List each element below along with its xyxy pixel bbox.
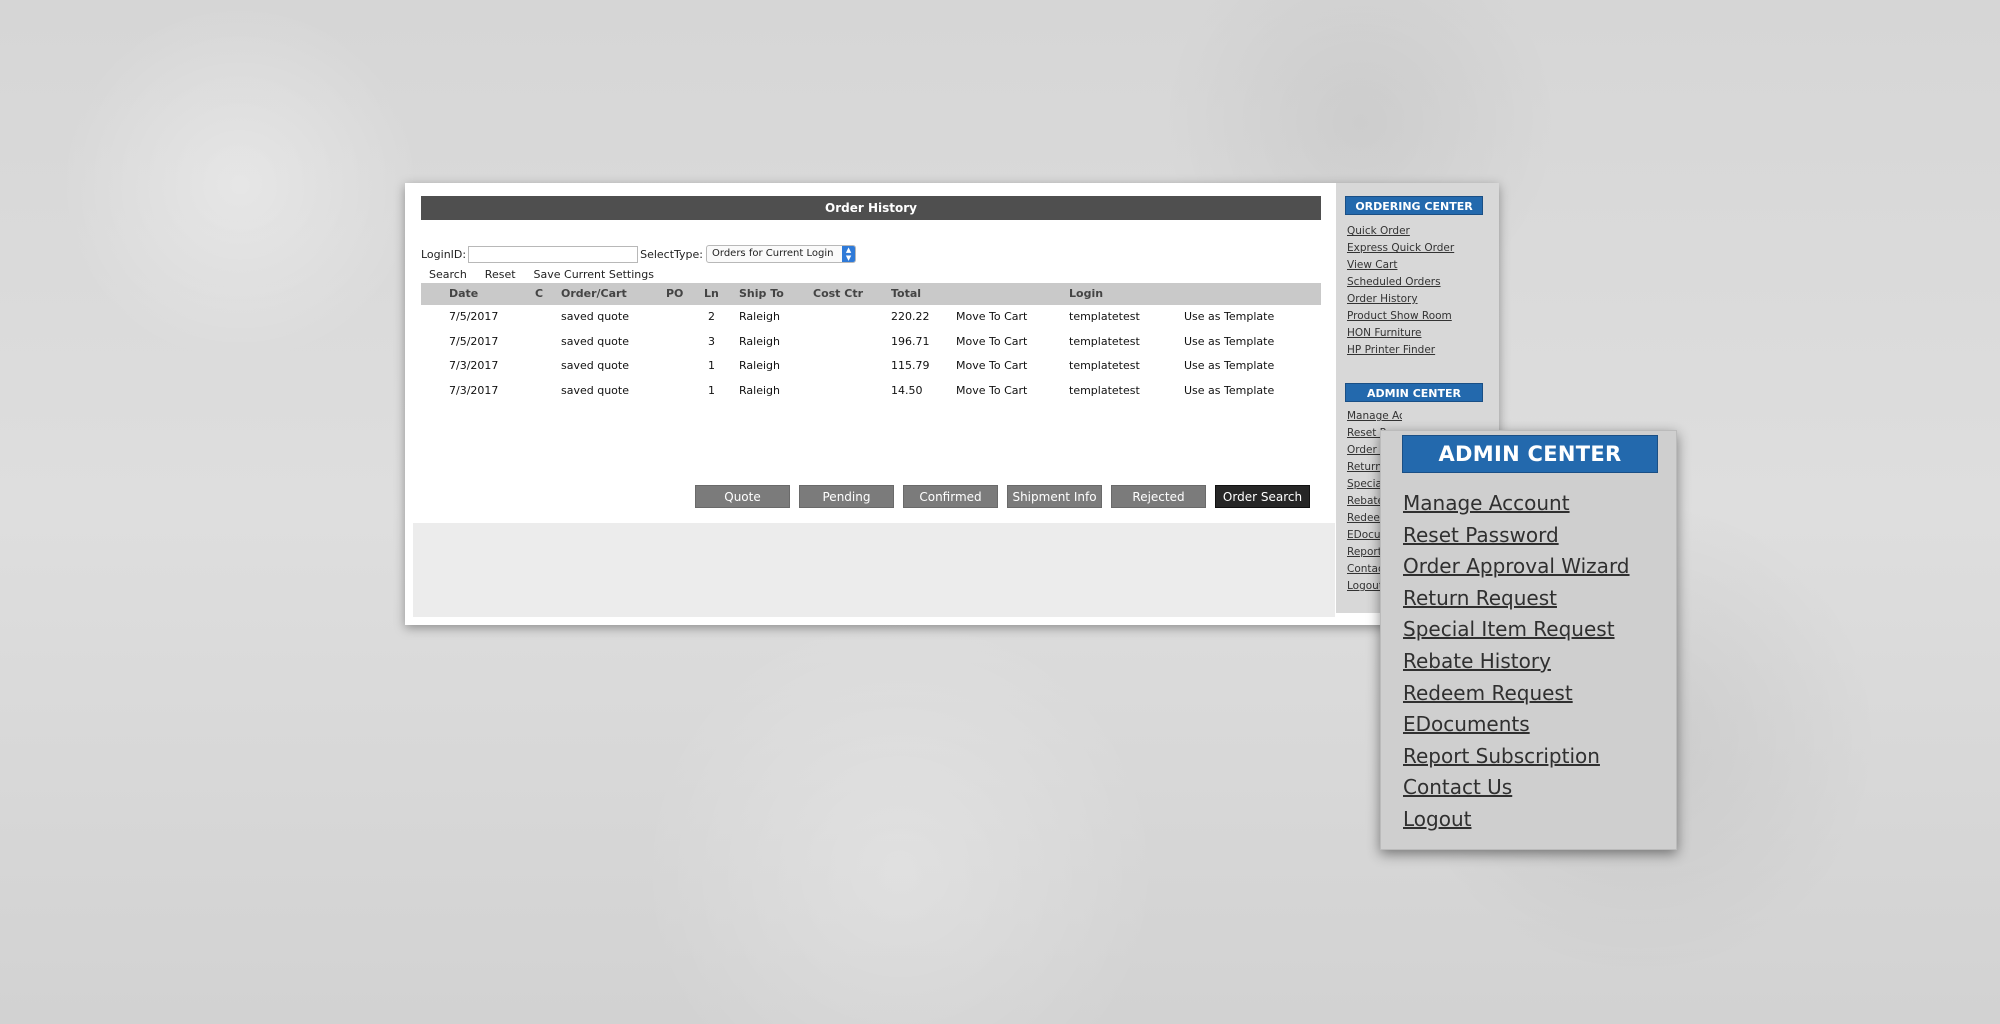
row-total: 115.79 — [891, 359, 930, 372]
admin-link-logout[interactable]: Logout — [1403, 804, 1630, 836]
table-header: Date C Order/Cart PO Ln Ship To Cost Ctr… — [421, 283, 1321, 305]
row-login: templatetest — [1069, 310, 1140, 323]
admin-link-manage-account[interactable]: Manage Account — [1403, 488, 1630, 520]
admin-center-header: ADMIN CENTER — [1345, 383, 1483, 402]
order-history-window: Order History LoginID: SelectType: Order… — [405, 183, 1499, 625]
admin-link-reset-password[interactable]: Reset Password — [1403, 520, 1630, 552]
col-c[interactable]: C — [535, 283, 543, 305]
row-order: saved quote — [561, 310, 629, 323]
row-date: 7/3/2017 — [449, 383, 499, 397]
use-as-template-link[interactable]: Use as Template — [1184, 305, 1274, 329]
search-button[interactable]: Search — [429, 268, 467, 281]
ordering-center-list: Quick Order Express Quick Order View Car… — [1347, 223, 1499, 359]
admin-center-zoom-panel: ADMIN CENTER Manage Account Reset Passwo… — [1380, 430, 1677, 850]
use-as-template-link[interactable]: Use as Template — [1184, 354, 1274, 378]
col-date[interactable]: Date — [449, 283, 478, 305]
page-title: Order History — [421, 196, 1321, 220]
admin-link-contact-us[interactable]: Contact Us — [1403, 772, 1630, 804]
row-ln: 3 — [708, 334, 715, 348]
col-total[interactable]: Total — [891, 283, 921, 305]
action-links: Search Reset Save Current Settings — [429, 264, 654, 284]
admin-link-report-subscription[interactable]: Report Subscription — [1403, 741, 1630, 773]
admin-center-zoom-header: ADMIN CENTER — [1402, 435, 1658, 473]
admin-center-zoom-list: Manage Account Reset Password Order Appr… — [1403, 488, 1630, 836]
main-content: Order History LoginID: SelectType: Order… — [405, 183, 1335, 625]
sidebar-item-order-history[interactable]: Order History — [1347, 291, 1499, 308]
filter-row: LoginID: SelectType: Orders for Current … — [421, 244, 857, 264]
move-to-cart-link[interactable]: Move To Cart — [956, 354, 1027, 378]
table-row: 7/5/2017 saved quote 2 Raleigh 220.22 Mo… — [421, 305, 1321, 330]
move-to-cart-link[interactable]: Move To Cart — [956, 379, 1027, 403]
row-date: 7/3/2017 — [449, 359, 499, 372]
row-order: saved quote — [561, 359, 629, 372]
admin-link-return-request[interactable]: Return Request — [1403, 583, 1630, 615]
sidebar-item-view-cart[interactable]: View Cart — [1347, 257, 1499, 274]
row-login: templatetest — [1069, 359, 1140, 372]
select-type-dropdown[interactable]: Orders for Current Login ▲ ▼ — [706, 245, 857, 263]
row-ship-to: Raleigh — [739, 359, 780, 372]
use-as-template-link[interactable]: Use as Template — [1184, 330, 1274, 354]
table-row: 7/3/2017 saved quote 1 Raleigh 115.79 Mo… — [421, 354, 1321, 379]
sidebar-item-product-show-room[interactable]: Product Show Room — [1347, 308, 1499, 325]
status-buttons: Quote Pending Confirmed Shipment Info Re… — [695, 485, 1310, 508]
sidebar-item-express-quick-order[interactable]: Express Quick Order — [1347, 240, 1499, 257]
sidebar-item-hon-furniture[interactable]: HON Furniture — [1347, 325, 1499, 342]
use-as-template-link[interactable]: Use as Template — [1184, 379, 1274, 403]
admin-link-edocuments[interactable]: EDocuments — [1403, 709, 1630, 741]
row-total: 220.22 — [891, 310, 930, 323]
move-to-cart-link[interactable]: Move To Cart — [956, 330, 1027, 354]
shipment-info-button[interactable]: Shipment Info — [1007, 485, 1102, 508]
sidebar-item-manage-account[interactable]: Manage Account — [1347, 408, 1402, 425]
row-date: 7/5/2017 — [449, 334, 499, 348]
rejected-button[interactable]: Rejected — [1111, 485, 1206, 508]
select-type-value: Orders for Current Login — [712, 248, 834, 259]
row-order: saved quote — [561, 383, 629, 397]
row-ship-to: Raleigh — [739, 334, 780, 348]
row-total: 14.50 — [891, 383, 923, 397]
ordering-center-header: ORDERING CENTER — [1345, 196, 1483, 215]
row-date: 7/5/2017 — [449, 310, 499, 323]
pending-button[interactable]: Pending — [799, 485, 894, 508]
order-search-button[interactable]: Order Search — [1215, 485, 1310, 508]
sidebar-item-quick-order[interactable]: Quick Order — [1347, 223, 1499, 240]
select-type-label: SelectType: — [640, 247, 704, 261]
col-ln[interactable]: Ln — [704, 283, 719, 305]
select-arrows-icon: ▲ ▼ — [842, 246, 856, 262]
order-table: Date C Order/Cart PO Ln Ship To Cost Ctr… — [421, 283, 1321, 403]
row-login: templatetest — [1069, 383, 1140, 397]
row-ln: 1 — [708, 359, 715, 372]
quote-button[interactable]: Quote — [695, 485, 790, 508]
login-id-label: LoginID: — [421, 247, 467, 261]
table-row: 7/5/2017 saved quote 3 Raleigh 196.71 Mo… — [421, 330, 1321, 355]
confirmed-button[interactable]: Confirmed — [903, 485, 998, 508]
save-settings-button[interactable]: Save Current Settings — [534, 268, 654, 281]
reset-button[interactable]: Reset — [485, 268, 516, 281]
sidebar-item-hp-printer-finder[interactable]: HP Printer Finder — [1347, 342, 1499, 359]
row-ship-to: Raleigh — [739, 383, 780, 397]
row-ln: 2 — [708, 310, 715, 323]
row-order: saved quote — [561, 334, 629, 348]
sidebar-item-scheduled-orders[interactable]: Scheduled Orders — [1347, 274, 1499, 291]
row-ship-to: Raleigh — [739, 310, 780, 323]
table-row: 7/3/2017 saved quote 1 Raleigh 14.50 Mov… — [421, 379, 1321, 404]
col-login[interactable]: Login — [1069, 283, 1103, 305]
login-id-input[interactable] — [468, 245, 639, 263]
col-cost-ctr[interactable]: Cost Ctr — [813, 283, 863, 305]
content-footer — [413, 523, 1335, 617]
move-to-cart-link[interactable]: Move To Cart — [956, 305, 1027, 329]
col-order-cart[interactable]: Order/Cart — [561, 283, 627, 305]
row-ln: 1 — [708, 383, 715, 397]
admin-link-special-item-request[interactable]: Special Item Request — [1403, 614, 1630, 646]
admin-link-order-approval-wizard[interactable]: Order Approval Wizard — [1403, 551, 1630, 583]
row-total: 196.71 — [891, 334, 930, 348]
admin-link-redeem-request[interactable]: Redeem Request — [1403, 678, 1630, 710]
admin-link-rebate-history[interactable]: Rebate History — [1403, 646, 1630, 678]
row-login: templatetest — [1069, 334, 1140, 348]
col-po[interactable]: PO — [666, 283, 683, 305]
col-ship-to[interactable]: Ship To — [739, 283, 784, 305]
